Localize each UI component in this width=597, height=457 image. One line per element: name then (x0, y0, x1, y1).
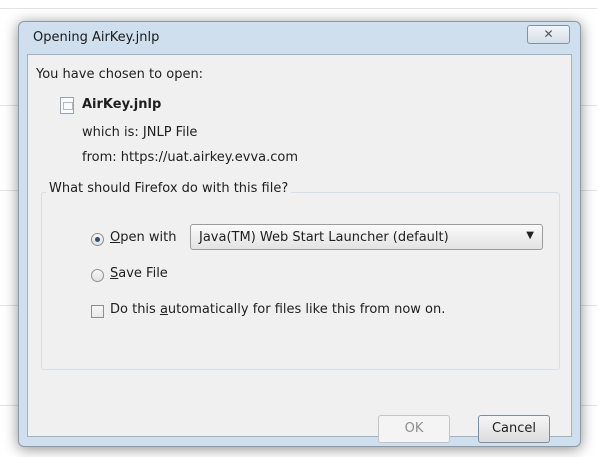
jnlp-file-icon (60, 97, 74, 114)
background-divider (0, 305, 20, 306)
file-source-label: from: https://uat.airkey.evva.com (82, 150, 299, 165)
background-divider (0, 405, 20, 406)
dialog-title: Opening AirKey.jnlp (33, 30, 160, 45)
dialog-titlebar[interactable]: Opening AirKey.jnlp ✕ (19, 22, 580, 54)
application-dropdown-value: Java(TM) Web Start Launcher (default) (199, 230, 449, 245)
file-name: AirKey.jnlp (82, 97, 162, 112)
dialog-body: You have chosen to open: AirKey.jnlp whi… (27, 54, 572, 443)
cancel-button[interactable]: Cancel (478, 415, 550, 443)
save-file-radio[interactable] (91, 269, 104, 282)
background-window-edge (0, 0, 597, 9)
dropdown-arrow-icon: ▼ (526, 230, 534, 241)
close-button[interactable]: ✕ (527, 25, 570, 44)
save-file-label[interactable]: Save File (110, 266, 168, 281)
chosen-to-open-label: You have chosen to open: (36, 67, 204, 82)
file-type-label: which is: JNLP File (82, 125, 198, 140)
close-icon: ✕ (543, 27, 554, 41)
background-divider (0, 190, 20, 191)
application-dropdown[interactable]: Java(TM) Web Start Launcher (default) ▼ (190, 224, 543, 250)
open-with-radio[interactable] (91, 233, 104, 246)
background-divider (0, 105, 20, 106)
do-automatically-label[interactable]: Do this automatically for files like thi… (110, 302, 445, 317)
action-options-heading: What should Firefox do with this file? (46, 181, 292, 196)
action-options-group (41, 192, 560, 370)
ok-button[interactable]: OK (378, 415, 450, 443)
open-with-label[interactable]: Open with (110, 230, 176, 245)
do-automatically-checkbox[interactable] (91, 305, 104, 318)
opening-file-dialog: Opening AirKey.jnlp ✕ You have chosen to… (18, 21, 581, 447)
